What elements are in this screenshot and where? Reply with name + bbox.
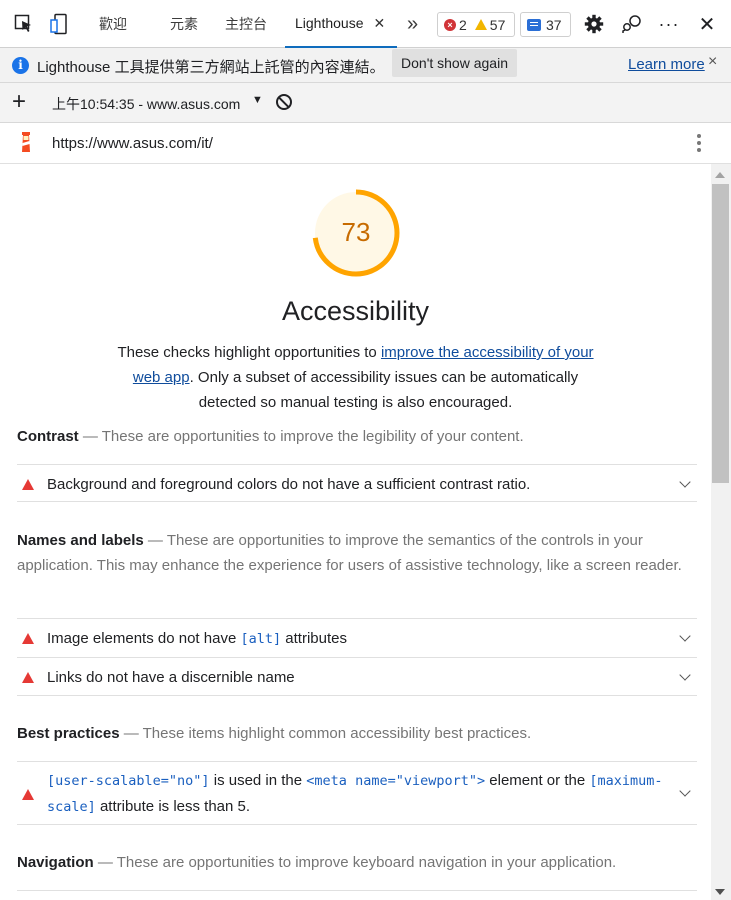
clear-reports-icon[interactable] <box>276 94 292 110</box>
inspect-element-icon[interactable] <box>12 12 36 36</box>
scroll-up-arrow-icon[interactable] <box>715 172 725 178</box>
fail-triangle-icon <box>22 672 34 683</box>
audit-title: Image elements do not have [alt] attribu… <box>47 630 347 647</box>
chevron-down-icon[interactable] <box>679 785 691 797</box>
report-menu-icon[interactable] <box>697 134 702 155</box>
fail-triangle-icon <box>22 633 34 644</box>
report-url: https://www.asus.com/it/ <box>52 135 213 152</box>
report-url-bar: https://www.asus.com/it/ <box>0 123 731 164</box>
lighthouse-logo-icon <box>22 132 30 152</box>
messages-counter-button[interactable]: 37 <box>520 12 571 37</box>
group-description: These are opportunities to improve keybo… <box>116 854 617 871</box>
chevron-down-icon[interactable] <box>679 669 691 681</box>
third-party-info-bar: i Lighthouse 工具提供第三方網站上託管的內容連結。 Learn mo… <box>0 48 731 83</box>
category-title: Accessibility <box>281 296 430 326</box>
audit-row[interactable] <box>17 890 697 900</box>
audit-title: Background and foreground colors do not … <box>47 476 531 493</box>
more-options-icon[interactable]: ··· <box>657 12 681 36</box>
category-description: These checks highlight opportunities to … <box>117 344 594 411</box>
score-value: 73 <box>341 217 371 247</box>
tab-welcome[interactable]: 歡迎 <box>99 0 127 48</box>
report-content: 73 Accessibility These checks highlight … <box>0 164 711 900</box>
close-infobar-icon[interactable]: × <box>708 53 717 71</box>
group-names-and-labels: Names and labels — These are opportuniti… <box>17 532 682 574</box>
audit-title: Links do not have a discernible name <box>47 669 295 686</box>
learn-more-link[interactable]: Learn more <box>628 56 705 73</box>
info-message: Lighthouse 工具提供第三方網站上託管的內容連結。 <box>37 59 385 76</box>
audit-row[interactable]: Image elements do not have [alt] attribu… <box>17 618 697 657</box>
scroll-down-arrow-icon[interactable] <box>715 889 725 895</box>
device-emulation-icon[interactable] <box>47 12 71 36</box>
group-contrast: Contrast — These are opportunities to im… <box>17 428 524 445</box>
message-icon <box>527 18 541 31</box>
settings-gear-icon[interactable] <box>582 12 606 36</box>
tab-console[interactable]: 主控台 <box>225 0 267 48</box>
tab-lighthouse-label: Lighthouse <box>295 15 364 31</box>
fail-triangle-icon <box>22 789 34 800</box>
report-selector[interactable]: 上午10:54:35 - www.asus.com <box>52 94 240 114</box>
group-navigation: Navigation — These are opportunities to … <box>17 854 617 871</box>
scrollbar-thumb[interactable] <box>712 184 729 483</box>
audit-row[interactable]: [user-scalable="no"] is used in the <met… <box>17 761 697 825</box>
group-title: Navigation <box>17 854 94 871</box>
group-description: These are opportunities to improve the l… <box>101 428 524 445</box>
error-icon: × <box>444 18 456 31</box>
warning-count: 57 <box>489 16 506 33</box>
feedback-icon[interactable] <box>620 12 644 36</box>
warning-icon <box>474 19 487 30</box>
devtools-tab-bar: 歡迎 元素 主控台 Lighthouse ✕ » × 2 57 37 ··· ✕ <box>0 0 731 48</box>
audit-row[interactable]: Links do not have a discernible name <box>17 657 697 696</box>
message-count: 37 <box>546 16 562 33</box>
group-title: Best practices <box>17 725 120 742</box>
lighthouse-toolbar: + 上午10:54:35 - www.asus.com ▼ <box>0 83 731 123</box>
group-title: Contrast <box>17 428 79 445</box>
new-report-button[interactable]: + <box>12 88 26 116</box>
tab-elements[interactable]: 元素 <box>170 0 198 48</box>
close-devtools-icon[interactable]: ✕ <box>695 12 719 36</box>
chevron-down-icon[interactable] <box>679 476 691 488</box>
chevron-down-icon[interactable]: ▼ <box>252 94 263 106</box>
fail-triangle-icon <box>22 479 34 490</box>
audit-row[interactable]: Background and foreground colors do not … <box>17 464 697 502</box>
more-tabs-icon[interactable]: » <box>407 0 418 48</box>
chevron-down-icon[interactable] <box>679 630 691 642</box>
info-icon: i <box>12 57 29 74</box>
close-tab-icon[interactable]: ✕ <box>374 15 386 32</box>
issues-counter-button[interactable]: × 2 57 <box>437 12 515 37</box>
error-count: 2 <box>459 16 467 33</box>
group-best-practices: Best practices — These items highlight c… <box>17 725 532 742</box>
audit-title: [user-scalable="no"] is used in the <met… <box>47 772 663 815</box>
group-description: These items highlight common accessibili… <box>142 725 532 742</box>
group-title: Names and labels <box>17 532 144 549</box>
dont-show-again-button[interactable]: Don't show again <box>392 49 517 77</box>
tab-lighthouse[interactable]: Lighthouse ✕ <box>285 0 397 48</box>
